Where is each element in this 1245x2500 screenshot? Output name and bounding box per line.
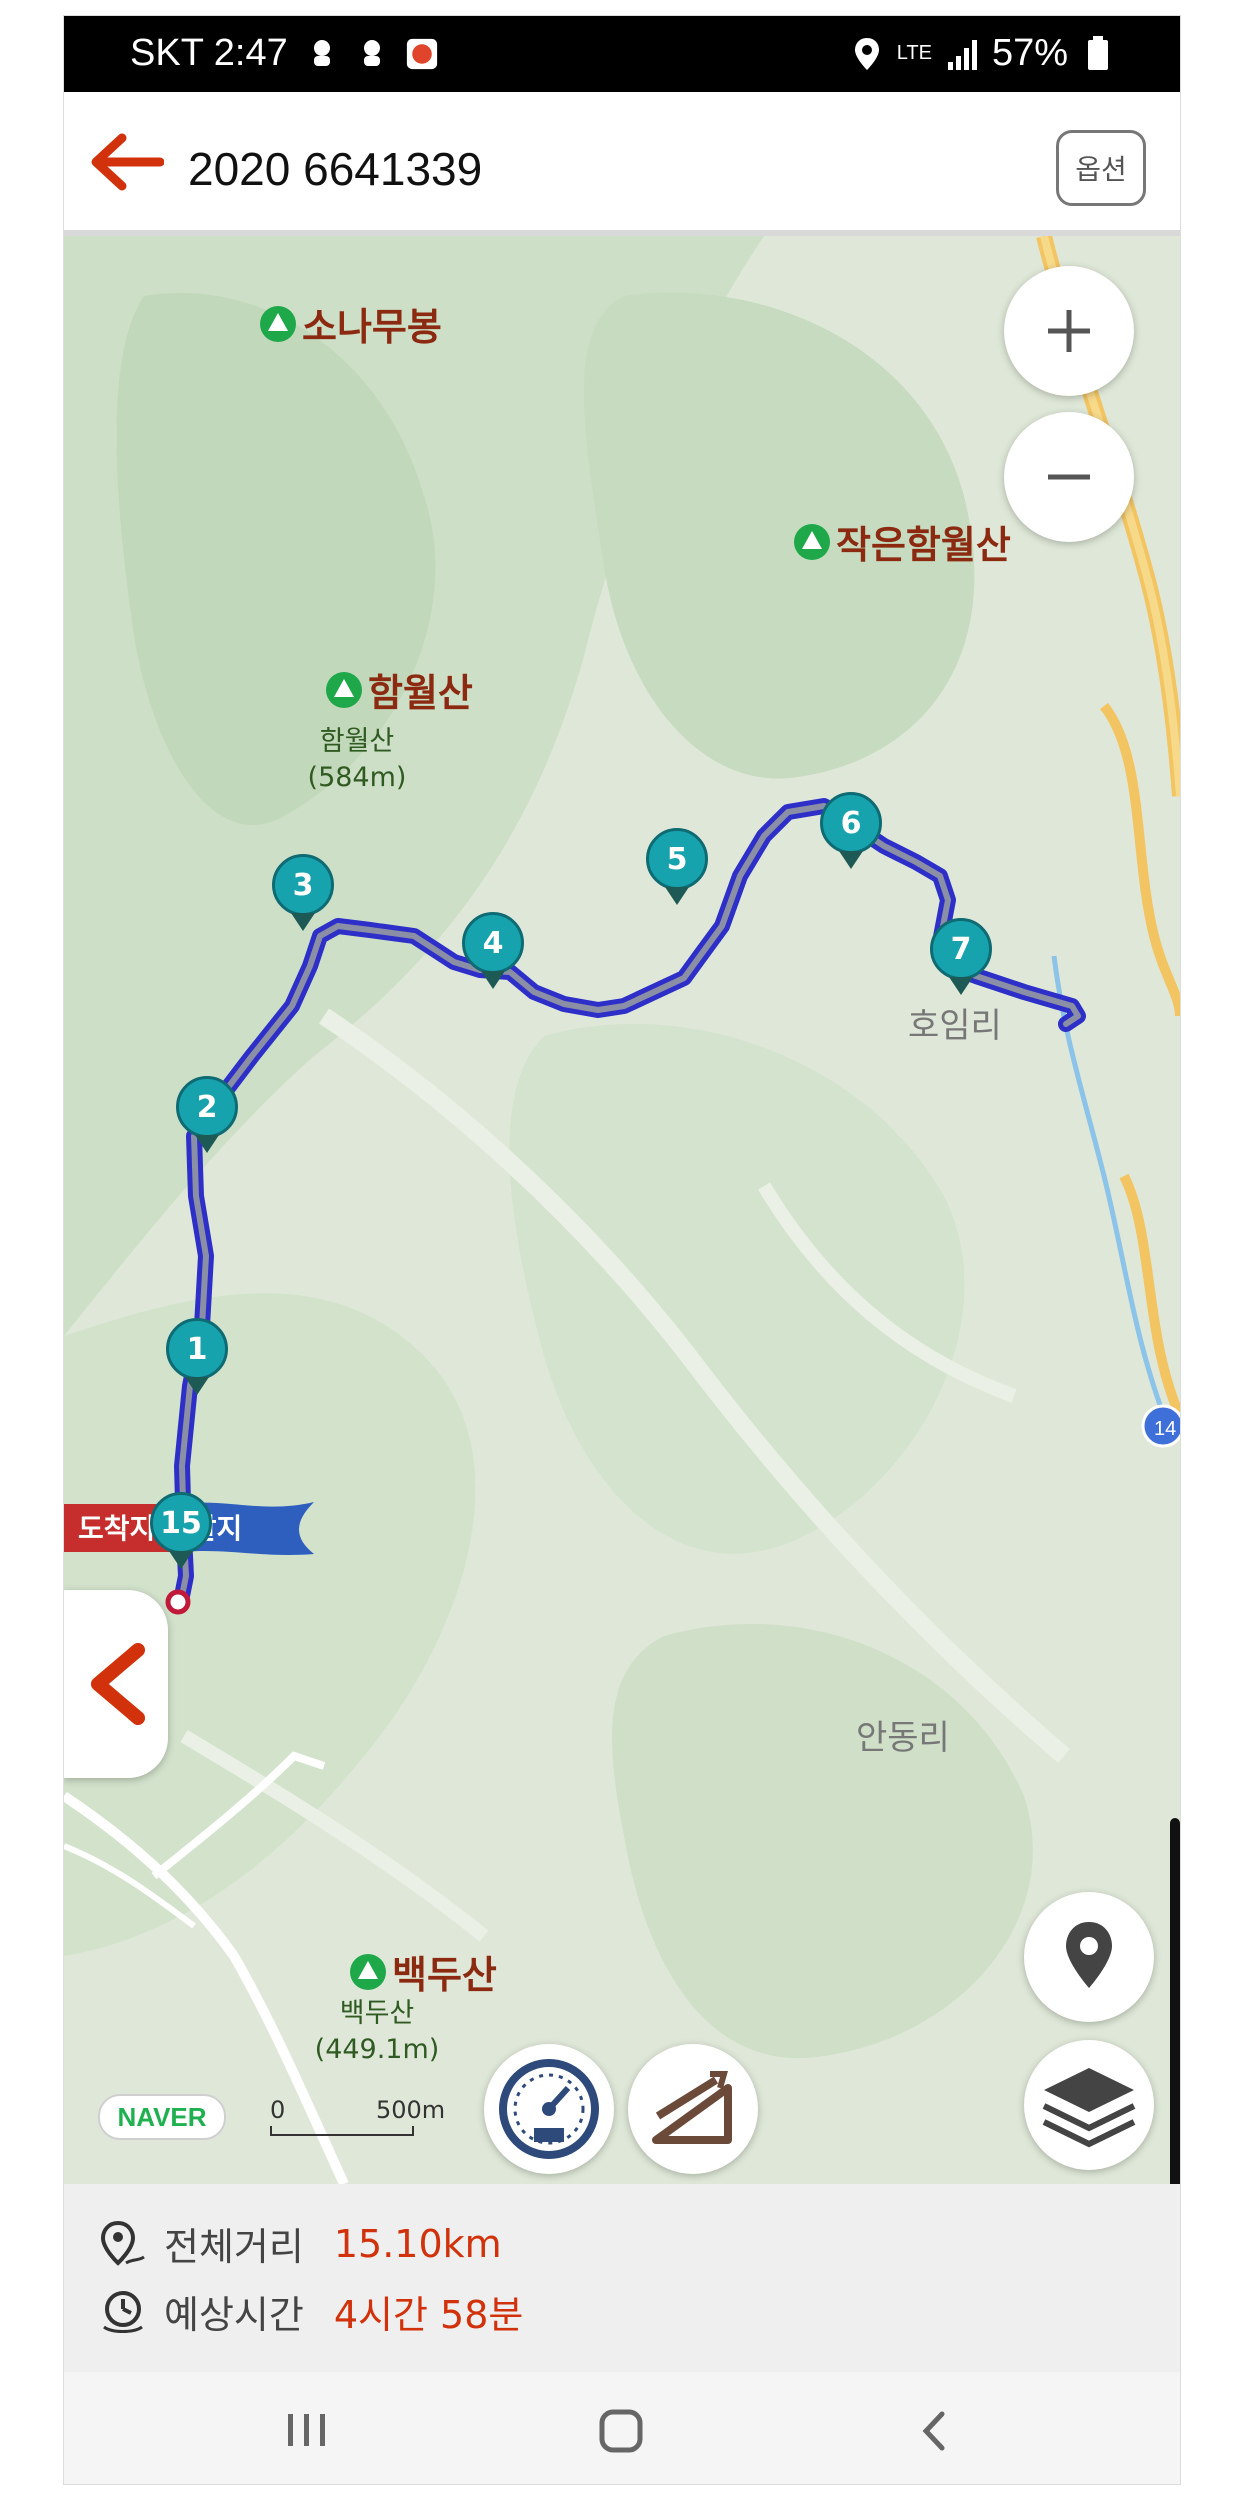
waypoint-marker[interactable]: 3 — [272, 854, 334, 931]
time-label: 예상시간 — [164, 2293, 304, 2337]
peak-label: 함월산 — [326, 662, 473, 717]
recent-apps-icon[interactable] — [282, 2408, 332, 2452]
waypoint-marker[interactable]: 7 — [930, 918, 992, 995]
route-info-panel: 전체거리 15.10km 예상시간 4시간 58분 — [64, 2184, 1180, 2372]
waypoint-marker[interactable]: 5 — [646, 828, 708, 905]
collapse-chevron-icon — [91, 1643, 145, 1725]
distance-label: 전체거리 — [164, 2225, 304, 2269]
scale-end: 500m — [376, 2096, 446, 2124]
zoom-out-icon — [1048, 474, 1090, 480]
layers-icon — [1042, 2068, 1136, 2148]
slope-button[interactable] — [628, 2044, 758, 2174]
app-header: 2020 6641339 옵션 — [64, 92, 1180, 236]
peak-name: 함월산 — [368, 671, 473, 715]
peak-name: 작은함월산 — [836, 523, 1011, 567]
location-icon — [854, 37, 879, 70]
home-icon[interactable] — [596, 2406, 646, 2456]
notification-icon — [363, 39, 380, 66]
peak-sublabel: 백두산 (449.1m) — [312, 1996, 442, 2068]
peak-height: (449.1m) — [314, 2034, 440, 2065]
screenshot-frame: SKT 2:47 LTE 57% 2020 6641339 옵션 14 소나무봉… — [0, 0, 1245, 2500]
collapse-panel-button[interactable] — [64, 1590, 168, 1778]
notification-icon — [313, 39, 330, 66]
system-nav-bar — [64, 2372, 1180, 2484]
map-terrain: 14 — [64, 236, 1180, 2184]
map-scale: 0 500m — [270, 2096, 450, 2136]
zoom-in-icon — [1048, 310, 1090, 352]
time-value: 4시간 58분 — [333, 2293, 524, 2337]
location-pin-icon — [1066, 1922, 1112, 1988]
scale-start: 0 — [270, 2096, 286, 2124]
peak-label: 백두산 — [350, 1944, 497, 1999]
distance-row: 전체거리 15.10km — [98, 2216, 502, 2271]
naver-logo: NAVER — [98, 2094, 226, 2140]
waypoint-marker[interactable]: 4 — [462, 912, 524, 989]
scale-bar — [270, 2126, 414, 2136]
peak-height: (584m) — [307, 762, 407, 793]
waypoint-marker[interactable]: 1 — [166, 1318, 228, 1395]
clock-icon — [103, 2290, 143, 2333]
peak-label: 작은함월산 — [794, 514, 1011, 569]
slope-icon — [652, 2071, 732, 2144]
road-badge-label: 14 — [1154, 1418, 1176, 1440]
mountain-icon — [260, 305, 296, 342]
peak-subname: 함월산 — [319, 726, 395, 757]
mountain-icon — [326, 671, 362, 708]
app-notification-icon — [406, 38, 437, 69]
time-row: 예상시간 4시간 58분 — [98, 2284, 523, 2339]
waypoint-marker[interactable]: 6 — [820, 792, 882, 869]
village-label: 안동리 — [856, 1718, 950, 1758]
distance-pin-icon — [100, 2220, 145, 2266]
signal-icon — [947, 39, 977, 70]
option-button[interactable]: 옵션 — [1056, 130, 1146, 206]
distance-value: 15.10km — [333, 2221, 502, 2266]
peak-name: 백두산 — [392, 1953, 497, 1997]
waypoint-marker[interactable]: 2 — [176, 1076, 238, 1153]
speedometer-button[interactable] — [484, 2044, 614, 2174]
back-nav-icon[interactable] — [910, 2406, 960, 2456]
page-title: 2020 6641339 — [188, 143, 483, 195]
battery-percent: 57% — [991, 32, 1068, 74]
speedometer-icon — [499, 2059, 599, 2159]
start-marker — [165, 1589, 191, 1615]
peak-label: 소나무봉 — [260, 296, 442, 351]
village-label: 호임리 — [908, 1006, 1002, 1046]
mountain-icon — [794, 523, 830, 560]
network-type: LTE — [896, 42, 932, 64]
map-view[interactable]: 14 소나무봉 작은함월산 함월산 함월산 (584m) 백두산 백두산 (44… — [64, 236, 1180, 2184]
peak-sublabel: 함월산 (584m) — [302, 724, 412, 796]
peak-name: 소나무봉 — [302, 305, 442, 349]
scroll-handle[interactable] — [1170, 1818, 1180, 2184]
zoom-in-button[interactable] — [1004, 266, 1134, 396]
zoom-out-button[interactable] — [1004, 412, 1134, 542]
mountain-icon — [350, 1953, 386, 1990]
back-arrow-icon[interactable] — [88, 132, 164, 192]
waypoint-marker[interactable]: 15 — [150, 1492, 212, 1569]
status-bar: SKT 2:47 LTE 57% — [64, 16, 1180, 92]
battery-icon — [1088, 35, 1108, 70]
peak-subname: 백두산 — [339, 1998, 415, 2029]
layers-button[interactable] — [1024, 2040, 1154, 2170]
my-location-button[interactable] — [1024, 1892, 1154, 2022]
phone-screen: SKT 2:47 LTE 57% 2020 6641339 옵션 14 소나무봉… — [64, 16, 1180, 2484]
carrier-time: SKT 2:47 — [130, 32, 288, 74]
